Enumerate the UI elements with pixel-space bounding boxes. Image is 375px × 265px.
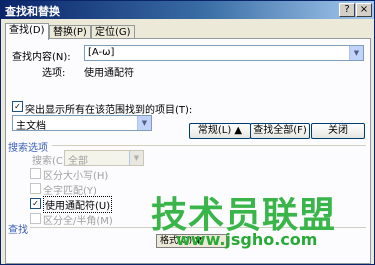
chevron-down-icon[interactable]: ▼ bbox=[349, 46, 363, 60]
highlight-label: 突出显示所有在该范围找到的项目(T): bbox=[25, 105, 193, 116]
width-checkbox[interactable] bbox=[30, 213, 41, 224]
match-case-label: 区分大小写(H) bbox=[43, 171, 109, 182]
title-bar[interactable]: 查找和替换 ? × bbox=[1, 1, 374, 19]
less-button[interactable]: 常规(L) ▲ bbox=[189, 123, 251, 139]
scope-value: 主文档 bbox=[16, 121, 46, 132]
search-options-divider bbox=[52, 145, 366, 146]
watermark-url: www.jsgho.com bbox=[176, 230, 318, 249]
dialog-title: 查找和替换 bbox=[5, 5, 60, 18]
whole-word-checkbox[interactable] bbox=[30, 183, 41, 194]
find-what-combobox[interactable]: [A-ω] ▼ bbox=[84, 45, 364, 61]
wildcards-label: 使用通配符(U) bbox=[43, 196, 113, 213]
find-all-button[interactable]: 查找全部(F) bbox=[250, 123, 310, 139]
tab-goto[interactable]: 定位(G) bbox=[91, 25, 135, 39]
tab-replace[interactable]: 替换(P) bbox=[49, 25, 91, 39]
find-section-heading: 查找 bbox=[8, 225, 28, 236]
chevron-down-icon[interactable]: ▼ bbox=[129, 151, 143, 165]
search-direction-value: 全部 bbox=[68, 156, 88, 167]
watermark-logo: 技术员联盟 www.jsgho.com bbox=[151, 186, 374, 264]
match-case-checkbox[interactable] bbox=[30, 168, 41, 179]
close-window-button[interactable]: × bbox=[356, 3, 372, 17]
options-value: 使用通配符 bbox=[84, 68, 134, 79]
wildcards-checkbox[interactable]: ✓ bbox=[30, 198, 41, 209]
find-what-value: [A-ω] bbox=[88, 47, 115, 58]
chevron-down-icon[interactable]: ▼ bbox=[137, 116, 151, 130]
find-replace-dialog: 查找和替换 ? × 查找(D) 替换(P) 定位(G) 查找内容(N): [A-… bbox=[0, 0, 375, 265]
highlight-checkbox[interactable]: ✓ bbox=[12, 101, 23, 112]
search-direction-combobox[interactable]: 全部 ▼ bbox=[64, 150, 144, 167]
close-button[interactable]: 关闭 bbox=[311, 123, 365, 139]
scope-combobox[interactable]: 主文档 ▼ bbox=[12, 115, 152, 132]
width-label: 区分全/半角(M) bbox=[43, 216, 113, 227]
find-what-label: 查找内容(N): bbox=[12, 52, 71, 63]
whole-word-label: 全字匹配(Y) bbox=[43, 186, 97, 197]
tab-find[interactable]: 查找(D) bbox=[5, 23, 49, 40]
help-button[interactable]: ? bbox=[339, 3, 355, 17]
options-label: 选项: bbox=[42, 68, 66, 79]
